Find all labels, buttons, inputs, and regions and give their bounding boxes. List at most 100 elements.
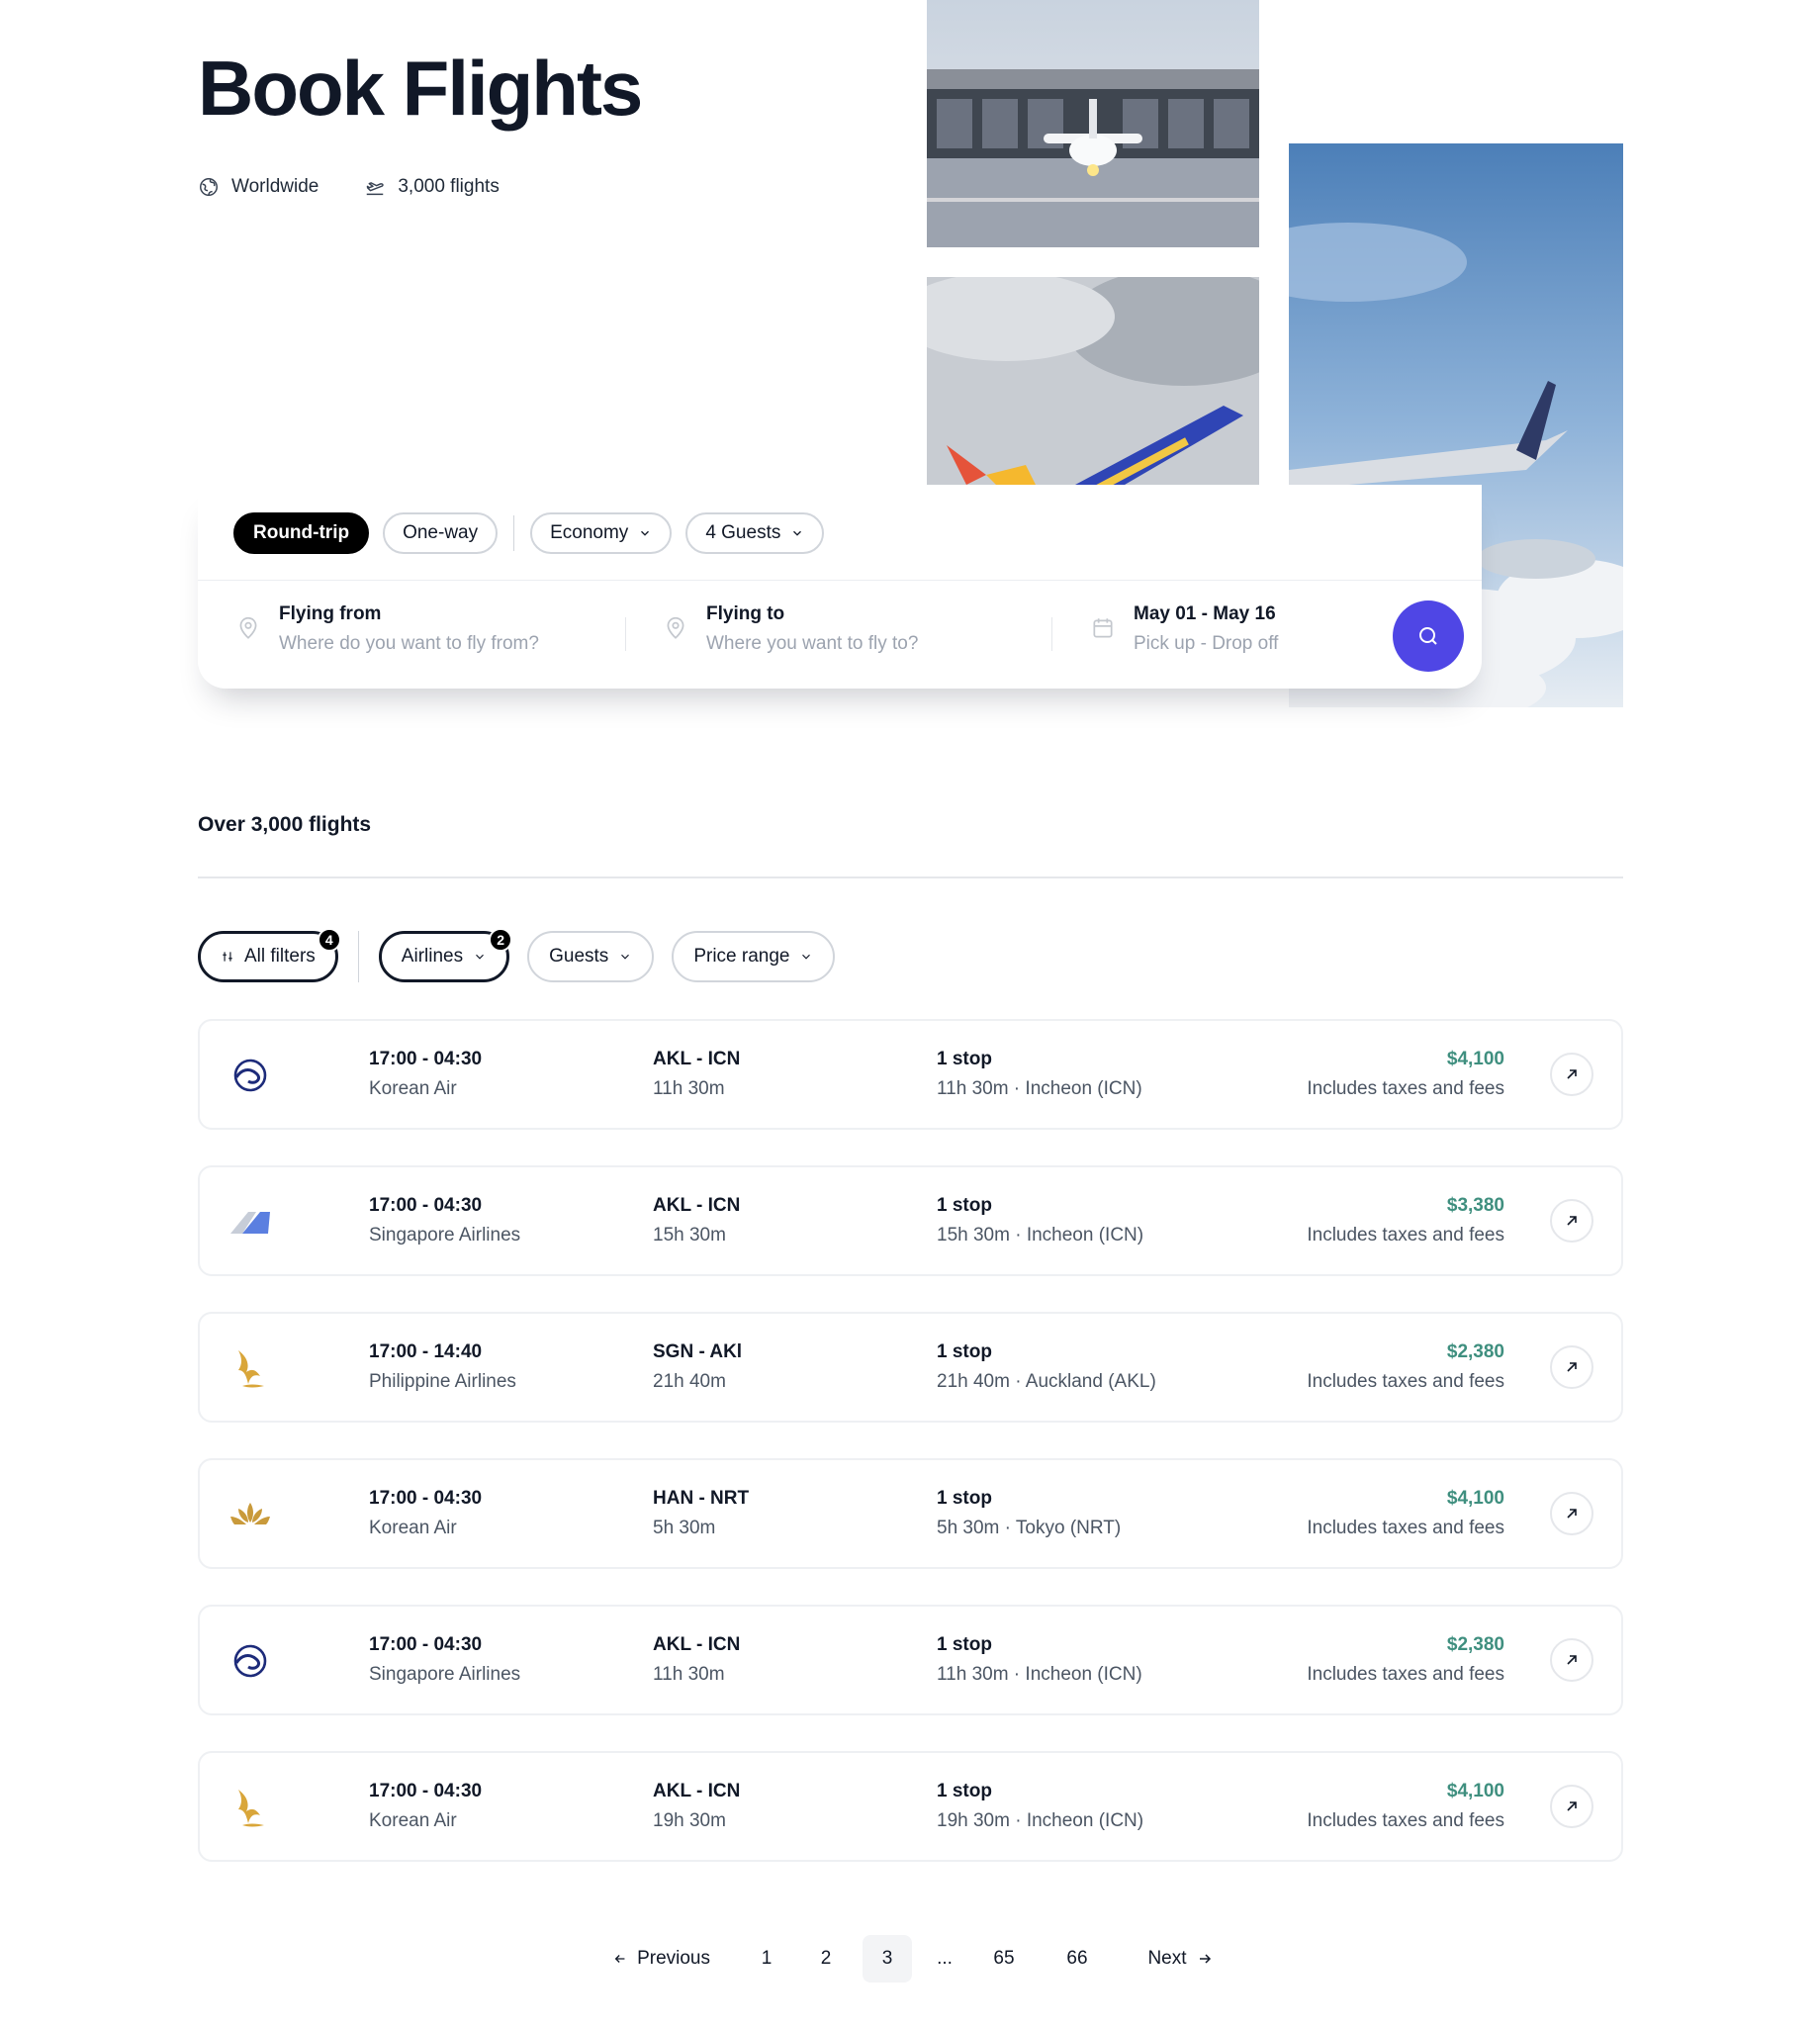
flying-from-field[interactable]: Flying from Where do you want to fly fro…	[235, 603, 539, 655]
flight-price: $4,100 Includes taxes and fees	[1307, 1781, 1504, 1832]
open-flight-button[interactable]	[1550, 1492, 1593, 1535]
flight-row[interactable]: 17:00 - 14:40 Philippine Airlines SGN - A…	[198, 1312, 1623, 1423]
page-link[interactable]: 65	[979, 1935, 1029, 1983]
round-trip-button[interactable]: Round-trip	[233, 512, 370, 554]
route-codes: AKL - ICN	[653, 1634, 741, 1655]
guests-label: 4 Guests	[705, 522, 781, 543]
airline-name: Korean Air	[369, 1078, 457, 1099]
arrow-up-right-icon	[1567, 1069, 1577, 1079]
airline-name: Korean Air	[369, 1810, 457, 1831]
open-flight-button[interactable]	[1550, 1345, 1593, 1389]
route-codes: AKL - ICN	[653, 1049, 741, 1069]
guests-filter[interactable]: Guests	[527, 931, 655, 982]
stop-count: 1 stop	[937, 1781, 992, 1801]
meta-worldwide: Worldwide	[198, 176, 318, 198]
stop-count: 1 stop	[937, 1195, 992, 1216]
flight-row[interactable]: 17:00 - 04:30 Singapore Airlines AKL - IC…	[198, 1165, 1623, 1276]
price-range-filter[interactable]: Price range	[672, 931, 836, 982]
cabin-class-dropdown[interactable]: Economy	[530, 512, 673, 554]
korean-air-logo-icon	[233, 1059, 267, 1092]
arrow-up-right-icon	[1567, 1801, 1577, 1811]
flight-row[interactable]: 17:00 - 04:30 Korean Air AKL - ICN 11h 30m…	[198, 1019, 1623, 1130]
southwest-plane-photo	[927, 277, 1259, 485]
flight-route: SGN - AKl 21h 40m	[653, 1341, 742, 1393]
arrow-right-icon	[1199, 1954, 1211, 1964]
price-value: $2,380	[1446, 1341, 1504, 1362]
search-button[interactable]	[1393, 600, 1464, 672]
flight-time: 17:00 - 04:30	[369, 1195, 483, 1216]
trip-options: Round-trip One-way Economy 4 Guests	[233, 512, 825, 554]
dates-sub: Pick up - Drop off	[1134, 633, 1279, 654]
flying-to-label: Flying to	[706, 603, 785, 624]
route-duration: 15h 30m	[653, 1225, 726, 1246]
meta-flights: 3,000 flights	[364, 176, 500, 198]
page-link[interactable]: 2	[801, 1935, 851, 1983]
filter-bar: All filters 4 Airlines 2 Guests Price ra…	[198, 928, 836, 982]
flying-to-input[interactable]: Where you want to fly to?	[706, 633, 918, 655]
lotus-logo-icon	[230, 1503, 270, 1524]
flight-price: $2,380 Includes taxes and fees	[1307, 1341, 1504, 1393]
flight-list: 17:00 - 04:30 Korean Air AKL - ICN 11h 30m…	[198, 1019, 1623, 1897]
open-flight-button[interactable]	[1550, 1053, 1593, 1096]
field-divider	[625, 617, 626, 651]
flight-price: $3,380 Includes taxes and fees	[1307, 1195, 1504, 1246]
all-filters-button[interactable]: All filters 4	[198, 928, 341, 982]
open-flight-button[interactable]	[1550, 1638, 1593, 1682]
flight-price: $2,380 Includes taxes and fees	[1307, 1634, 1504, 1686]
meta-worldwide-label: Worldwide	[231, 176, 319, 197]
filter-count-badge: 4	[317, 928, 341, 952]
flight-stops: 1 stop 11h 30m · Incheon (ICN)	[937, 1634, 1142, 1686]
one-way-button[interactable]: One-way	[383, 512, 499, 554]
location-pin-icon	[667, 616, 684, 639]
flying-from-input[interactable]: Where do you want to fly from?	[279, 633, 539, 655]
stop-detail: 19h 30m · Incheon (ICN)	[937, 1810, 1144, 1831]
open-flight-button[interactable]	[1550, 1199, 1593, 1243]
field-divider	[1051, 617, 1052, 651]
stop-count: 1 stop	[937, 1049, 992, 1069]
open-flight-button[interactable]	[1550, 1785, 1593, 1828]
route-duration: 11h 30m	[653, 1078, 725, 1099]
previous-page-button[interactable]: Previous	[607, 1935, 716, 1983]
arrow-left-icon	[614, 1955, 625, 1963]
dates-field[interactable]: May 01 - May 16 Pick up - Drop off	[1090, 603, 1278, 655]
flight-times: 17:00 - 04:30 Korean Air	[369, 1488, 482, 1539]
flight-time: 17:00 - 04:30	[369, 1781, 483, 1801]
flight-times: 17:00 - 14:40 Philippine Airlines	[369, 1341, 516, 1393]
flight-row[interactable]: 17:00 - 04:30 Korean Air HAN - NRT 5h 30m …	[198, 1458, 1623, 1569]
flying-to-field[interactable]: Flying to Where you want to fly to?	[663, 603, 918, 655]
stop-detail: 15h 30m · Incheon (ICN)	[937, 1225, 1144, 1246]
pagination: Previous 1 2 3 ... 65 66 Next	[0, 1935, 1820, 1983]
guests-dropdown[interactable]: 4 Guests	[685, 512, 825, 554]
calendar-icon	[1093, 618, 1113, 638]
flying-from-label: Flying from	[279, 603, 382, 624]
flight-row[interactable]: 17:00 - 04:30 Korean Air AKL - ICN 19h 30m…	[198, 1751, 1623, 1862]
next-page-button[interactable]: Next	[1136, 1935, 1225, 1983]
results-title: Over 3,000 flights	[198, 813, 372, 836]
guests-filter-label: Guests	[549, 946, 609, 967]
singapore-bird-logo-icon	[238, 1790, 264, 1827]
cabin-class-label: Economy	[550, 522, 629, 543]
flight-route: AKL - ICN 19h 30m	[653, 1781, 740, 1832]
page-title: Book Flights	[198, 45, 643, 132]
stop-detail: 11h 30m · Incheon (ICN)	[937, 1664, 1142, 1685]
flight-time: 17:00 - 04:30	[369, 1634, 483, 1655]
header-meta: Worldwide 3,000 flights	[198, 176, 500, 198]
page-link[interactable]: 1	[742, 1935, 791, 1983]
flight-row[interactable]: 17:00 - 04:30 Singapore Airlines AKL - IC…	[198, 1605, 1623, 1715]
singapore-bird-logo-icon	[238, 1350, 264, 1388]
flight-stops: 1 stop 15h 30m · Incheon (ICN)	[937, 1195, 1143, 1246]
flight-price: $4,100 Includes taxes and fees	[1307, 1049, 1504, 1100]
flight-route: AKL - ICN 15h 30m	[653, 1195, 740, 1246]
meta-flights-label: 3,000 flights	[398, 176, 500, 197]
airlines-filter[interactable]: Airlines 2	[378, 928, 513, 982]
page-link[interactable]: 66	[1052, 1935, 1102, 1983]
flight-stops: 1 stop 11h 30m · Incheon (ICN)	[937, 1049, 1142, 1100]
flight-times: 17:00 - 04:30 Singapore Airlines	[369, 1634, 520, 1686]
plane-takeoff-icon	[367, 182, 385, 196]
page-link-current[interactable]: 3	[863, 1935, 912, 1983]
arrow-up-right-icon	[1567, 1655, 1577, 1665]
price-note: Includes taxes and fees	[1307, 1225, 1504, 1246]
flight-stops: 1 stop 19h 30m · Incheon (ICN)	[937, 1781, 1143, 1832]
flight-times: 17:00 - 04:30 Singapore Airlines	[369, 1195, 520, 1246]
price-note: Includes taxes and fees	[1307, 1664, 1504, 1685]
